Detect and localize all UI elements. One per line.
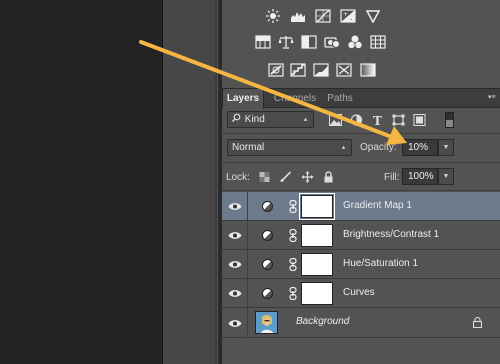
- invert-icon[interactable]: [267, 62, 285, 78]
- layer-filter-dropdown[interactable]: Kind ▴: [227, 111, 314, 128]
- document-canvas[interactable]: [0, 0, 162, 364]
- layer-name[interactable]: Hue/Saturation 1: [343, 258, 418, 269]
- panel-tab-bar: Layers Channels Paths ▾≡: [222, 89, 500, 109]
- layer-mask-thumbnail[interactable]: [301, 224, 333, 247]
- color-balance-icon[interactable]: [277, 34, 295, 50]
- brightness-contrast-icon[interactable]: [264, 8, 282, 24]
- panel-menu-icon[interactable]: ▾≡: [488, 93, 498, 103]
- layer-name[interactable]: Brightness/Contrast 1: [343, 229, 439, 240]
- layer-filter-value: Kind: [244, 114, 265, 125]
- adjustment-layer-icon: [262, 259, 273, 270]
- fill-label: Fill:: [384, 172, 400, 183]
- adjustment-layer-icon: [262, 230, 273, 241]
- visibility-eye-icon[interactable]: [222, 192, 248, 221]
- fill-dropdown-button[interactable]: ▼: [438, 168, 454, 185]
- lock-transparent-pixels-icon[interactable]: [257, 170, 271, 184]
- hue-saturation-icon[interactable]: [254, 34, 272, 50]
- black-white-icon[interactable]: [300, 34, 318, 50]
- lock-position-icon[interactable]: [300, 170, 314, 184]
- visibility-eye-icon[interactable]: [222, 279, 248, 308]
- exposure-icon[interactable]: + -: [339, 8, 357, 24]
- vibrance-icon[interactable]: [364, 8, 382, 24]
- filter-shape-icon[interactable]: [391, 113, 405, 127]
- lock-image-pixels-icon[interactable]: [278, 170, 292, 184]
- visibility-eye-icon[interactable]: [222, 221, 248, 250]
- photo-filter-icon[interactable]: [323, 34, 341, 50]
- stepper-arrows-icon: ▴: [341, 144, 346, 151]
- adjustments-panel: + -: [222, 0, 500, 90]
- filter-smart-object-icon[interactable]: [412, 113, 426, 127]
- lock-icon: [473, 317, 482, 328]
- layer-mask-thumbnail[interactable]: [301, 282, 333, 305]
- layer-name[interactable]: Curves: [343, 287, 375, 298]
- svg-text:+: +: [343, 11, 348, 18]
- search-icon: [232, 112, 242, 127]
- opacity-input[interactable]: 10%: [402, 139, 438, 156]
- layers-panel: Layers Channels Paths ▾≡ Kind ▴ T Normal…: [222, 88, 500, 364]
- filter-toggle-switch[interactable]: [445, 112, 454, 128]
- divider: [222, 162, 500, 163]
- layer-row-background[interactable]: Background: [222, 308, 500, 338]
- link-icon[interactable]: [289, 229, 297, 242]
- opacity-dropdown-button[interactable]: ▼: [438, 139, 454, 156]
- gradient-map-icon[interactable]: [359, 62, 377, 78]
- tab-layers[interactable]: Layers: [222, 89, 264, 109]
- layer-name[interactable]: Gradient Map 1: [343, 200, 412, 211]
- curves-icon[interactable]: [314, 8, 332, 24]
- link-icon[interactable]: [289, 258, 297, 271]
- layer-mask-thumbnail[interactable]: [299, 193, 335, 220]
- blend-mode-dropdown[interactable]: Normal ▴: [227, 139, 352, 156]
- filter-adjustment-icon[interactable]: [349, 113, 363, 127]
- link-icon[interactable]: [289, 200, 297, 213]
- posterize-icon[interactable]: [289, 62, 307, 78]
- fill-input[interactable]: 100%: [402, 168, 438, 185]
- channel-mixer-icon[interactable]: [346, 34, 364, 50]
- filter-pixel-icon[interactable]: [328, 113, 342, 127]
- layer-name[interactable]: Background: [296, 316, 349, 327]
- layer-row-gradient-map[interactable]: Gradient Map 1: [222, 192, 500, 221]
- stepper-arrows-icon: ▴: [303, 116, 308, 123]
- lock-label: Lock:: [226, 172, 250, 183]
- layer-mask-thumbnail[interactable]: [301, 253, 333, 276]
- divider: [222, 190, 500, 191]
- layer-row-hue-saturation[interactable]: Hue/Saturation 1: [222, 250, 500, 279]
- divider: [222, 133, 500, 134]
- background-layer-thumbnail[interactable]: [255, 311, 278, 334]
- svg-text:-: -: [350, 16, 352, 23]
- blend-mode-value: Normal: [232, 142, 265, 153]
- svg-text:T: T: [373, 114, 382, 126]
- adjustment-layer-icon: [262, 201, 273, 212]
- layer-row-curves[interactable]: Curves: [222, 279, 500, 308]
- visibility-eye-icon[interactable]: [222, 308, 248, 338]
- opacity-label: Opacity:: [360, 142, 397, 153]
- panel-dock-column: [162, 0, 217, 364]
- tab-channels[interactable]: Channels: [268, 89, 322, 108]
- selective-color-icon[interactable]: [335, 62, 353, 78]
- link-icon[interactable]: [289, 287, 297, 300]
- tab-paths[interactable]: Paths: [322, 89, 358, 108]
- filter-type-icon[interactable]: T: [370, 113, 384, 127]
- layer-row-brightness-contrast[interactable]: Brightness/Contrast 1: [222, 221, 500, 250]
- lock-all-icon[interactable]: [321, 170, 335, 184]
- levels-icon[interactable]: [289, 8, 307, 24]
- visibility-eye-icon[interactable]: [222, 250, 248, 279]
- color-lookup-icon[interactable]: [369, 34, 387, 50]
- threshold-icon[interactable]: [312, 62, 330, 78]
- adjustment-layer-icon: [262, 288, 273, 299]
